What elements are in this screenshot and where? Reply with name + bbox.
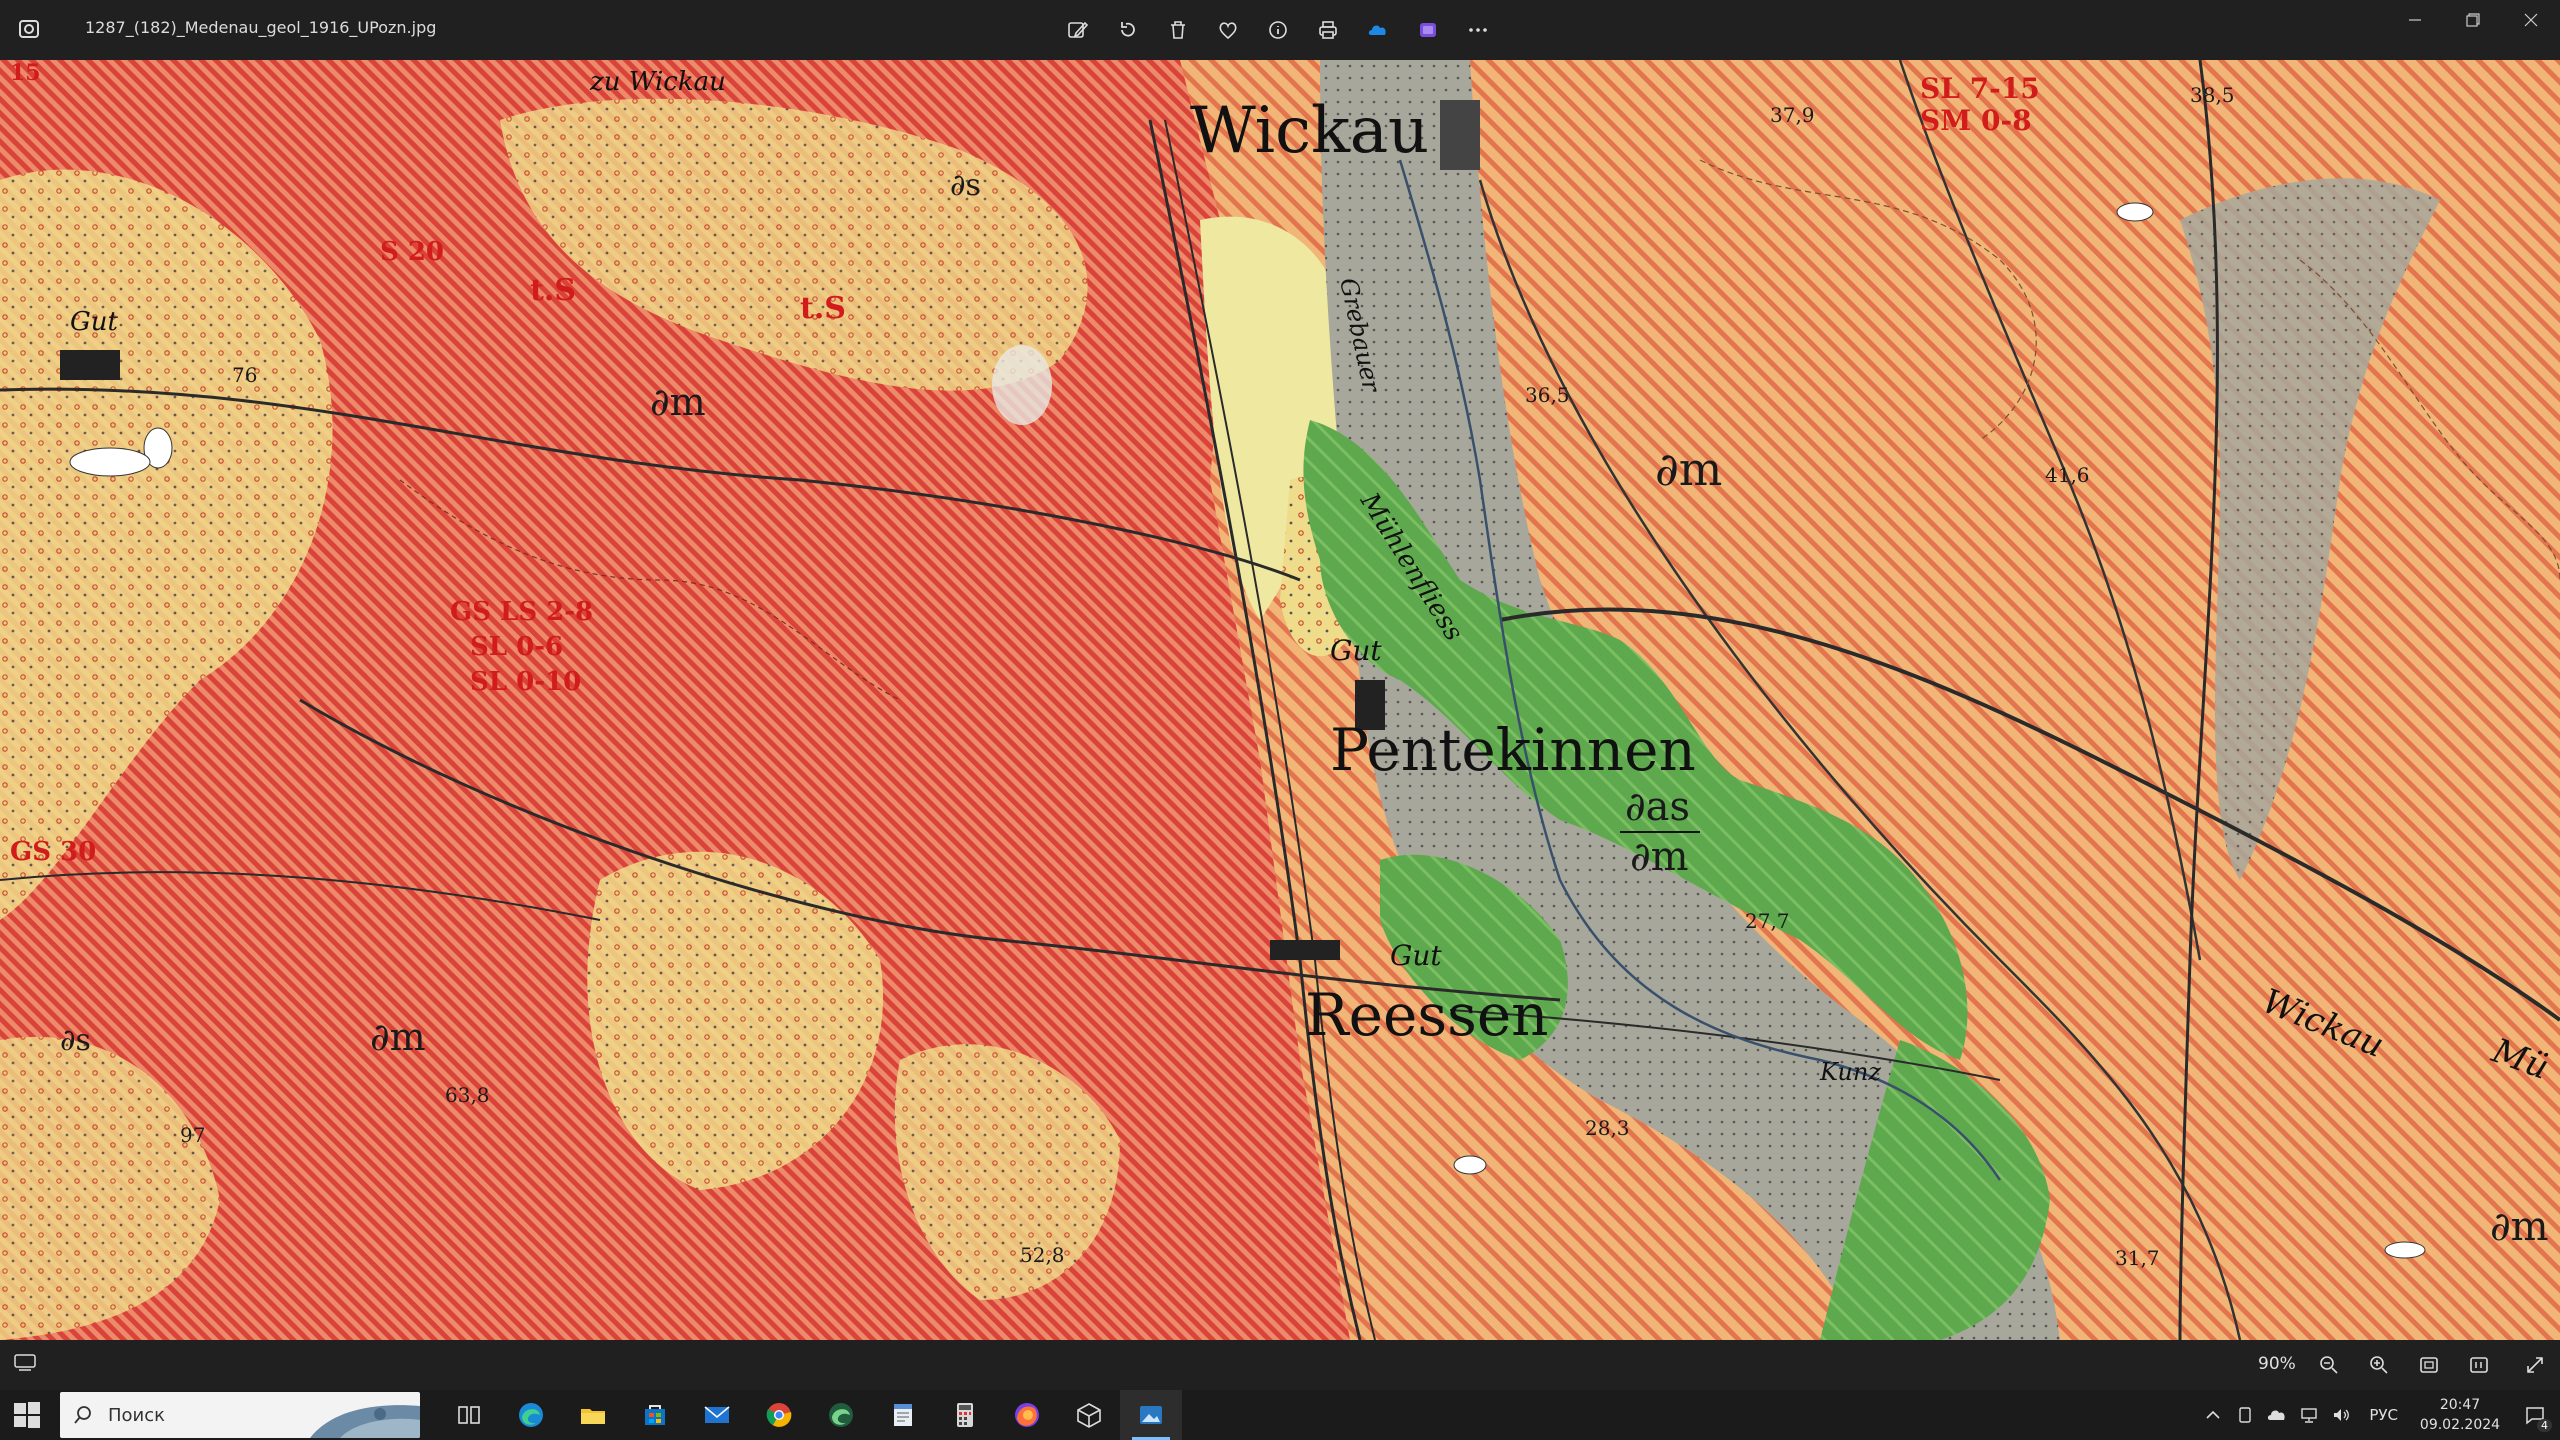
elevation-36-5: 36,5 bbox=[1525, 383, 1570, 407]
place-label-gut-2: Gut bbox=[1390, 939, 1442, 972]
soil-label-sm-top: SM 0-8 bbox=[1920, 104, 2032, 137]
geo-label-das: ∂as bbox=[1625, 784, 1690, 830]
elevation-31-7: 31,7 bbox=[2115, 1246, 2160, 1270]
elevation-27-7: 27,7 bbox=[1745, 909, 1790, 933]
delete-icon[interactable] bbox=[1160, 12, 1196, 48]
place-label-wickau: Wickau bbox=[1190, 94, 1429, 168]
zoom-in-icon[interactable] bbox=[2364, 1350, 2394, 1380]
image-toolbar bbox=[1060, 12, 1496, 48]
geo-label-dm-1: ∂m bbox=[650, 380, 706, 424]
mail-icon[interactable] bbox=[686, 1390, 748, 1440]
status-bar: 90% bbox=[0, 1340, 2560, 1390]
notifications-count: 4 bbox=[2537, 1419, 2552, 1432]
geo-label-dm-2: ∂m bbox=[1655, 442, 1722, 496]
window-controls bbox=[2386, 0, 2560, 40]
calculator-icon[interactable] bbox=[934, 1390, 996, 1440]
search-input[interactable]: Поиск bbox=[60, 1392, 420, 1438]
file-name: 1287_(182)_Medenau_geol_1916_UPozn.jpg bbox=[85, 18, 437, 37]
search-highlight-icon bbox=[310, 1392, 420, 1438]
soil-label-red-mid-2: SL 0-6 bbox=[470, 632, 563, 662]
elevation-37-9: 37,9 bbox=[1770, 103, 1815, 127]
filmstrip-icon[interactable] bbox=[14, 1354, 36, 1372]
minimize-icon[interactable] bbox=[2386, 0, 2444, 40]
taskbar-apps bbox=[438, 1390, 1182, 1440]
restore-icon[interactable] bbox=[2444, 0, 2502, 40]
geo-label-das-dm: ∂m bbox=[1630, 834, 1689, 880]
place-label-gut-1: Gut bbox=[1330, 634, 1382, 667]
taskbar: Поиск РУС 20:47 09.02.2024 4 bbox=[0, 1390, 2560, 1440]
geo-label-dm-4: ∂m bbox=[2490, 1204, 2549, 1250]
title-bar: 1287_(182)_Medenau_geol_1916_UPozn.jpg bbox=[0, 0, 2560, 60]
system-tray: РУС 20:47 09.02.2024 4 bbox=[2197, 1390, 2560, 1440]
3d-viewer-icon[interactable] bbox=[1058, 1390, 1120, 1440]
input-language[interactable]: РУС bbox=[2369, 1406, 2398, 1424]
close-icon[interactable] bbox=[2502, 0, 2560, 40]
elevation-15: 15 bbox=[10, 60, 41, 86]
more-icon[interactable] bbox=[1460, 12, 1496, 48]
fit-to-window-icon[interactable] bbox=[2414, 1350, 2444, 1380]
geo-label-ds-1: ∂s bbox=[950, 168, 981, 203]
zoom-out-icon[interactable] bbox=[2314, 1350, 2344, 1380]
elevation-52-8: 52,8 bbox=[1020, 1243, 1065, 1267]
chevron-up-icon[interactable] bbox=[2199, 1401, 2227, 1429]
task-view-icon[interactable] bbox=[438, 1390, 500, 1440]
elevation-97: 97 bbox=[180, 1123, 205, 1147]
firefox-icon[interactable] bbox=[996, 1390, 1058, 1440]
place-label-gut-3: Gut bbox=[70, 307, 119, 337]
clock-time: 20:47 bbox=[2439, 1397, 2481, 1413]
actual-size-icon[interactable] bbox=[2464, 1350, 2494, 1380]
zoom-level: 90% bbox=[2258, 1354, 2296, 1374]
geo-label-dm-3: ∂m bbox=[370, 1015, 426, 1059]
store-icon[interactable] bbox=[624, 1390, 686, 1440]
rotate-icon[interactable] bbox=[1110, 12, 1146, 48]
info-icon[interactable] bbox=[1260, 12, 1296, 48]
elevation-28-3: 28,3 bbox=[1585, 1116, 1630, 1140]
soil-label-sl-top: SL 7-15 bbox=[1920, 72, 2040, 105]
geological-map: Wickau zu Wickau Pentekinnen Reessen Gut… bbox=[0, 60, 2560, 1340]
edge-icon[interactable] bbox=[500, 1390, 562, 1440]
favorite-icon[interactable] bbox=[1210, 12, 1246, 48]
elevation-76: 76 bbox=[232, 363, 257, 387]
onedrive-icon[interactable] bbox=[1360, 12, 1396, 48]
place-label-pentekinnen: Pentekinnen bbox=[1330, 716, 1696, 784]
soil-label-ts-2: t.S bbox=[800, 291, 846, 326]
soil-label-gs30: GS 30 bbox=[10, 837, 96, 867]
search-placeholder: Поиск bbox=[108, 1405, 166, 1426]
elevation-63-8: 63,8 bbox=[445, 1083, 490, 1107]
onedrive-tray-icon[interactable] bbox=[2263, 1401, 2291, 1429]
clock-date: 09.02.2024 bbox=[2419, 1417, 2501, 1433]
network-icon[interactable] bbox=[2295, 1401, 2323, 1429]
geo-label-ds-2: ∂s bbox=[60, 1023, 91, 1058]
clock[interactable]: 20:47 09.02.2024 bbox=[2410, 1395, 2510, 1435]
clipchamp-icon[interactable] bbox=[1410, 12, 1446, 48]
soil-label-red-mid-3: SL 0-10 bbox=[470, 667, 581, 697]
volume-icon[interactable] bbox=[2327, 1401, 2355, 1429]
place-label-zu-wickau: zu Wickau bbox=[589, 67, 726, 97]
elevation-38-5: 38,5 bbox=[2190, 83, 2235, 107]
chrome-icon[interactable] bbox=[748, 1390, 810, 1440]
edit-icon[interactable] bbox=[1060, 12, 1096, 48]
place-label-kunz: Kunz bbox=[1819, 1058, 1881, 1086]
image-viewer[interactable]: Wickau zu Wickau Pentekinnen Reessen Gut… bbox=[0, 60, 2560, 1340]
edge-beta-icon[interactable] bbox=[810, 1390, 872, 1440]
notepad-icon[interactable] bbox=[872, 1390, 934, 1440]
device-icon[interactable] bbox=[2231, 1401, 2259, 1429]
file-explorer-icon[interactable] bbox=[562, 1390, 624, 1440]
soil-label-ts-1: t.S bbox=[530, 273, 576, 308]
photos-app-icon[interactable] bbox=[18, 18, 40, 40]
soil-label-red-mid-1: GS LS 2-8 bbox=[450, 597, 593, 627]
place-label-reessen: Reessen bbox=[1305, 981, 1549, 1049]
windows-start-icon[interactable] bbox=[12, 1400, 42, 1430]
search-icon bbox=[72, 1404, 94, 1426]
soil-label-s20: S 20 bbox=[380, 237, 444, 267]
fullscreen-icon[interactable] bbox=[2520, 1350, 2550, 1380]
notifications-icon[interactable]: 4 bbox=[2510, 1390, 2560, 1440]
elevation-41-6: 41,6 bbox=[2045, 463, 2090, 487]
photos-taskbar-icon[interactable] bbox=[1120, 1390, 1182, 1440]
print-icon[interactable] bbox=[1310, 12, 1346, 48]
